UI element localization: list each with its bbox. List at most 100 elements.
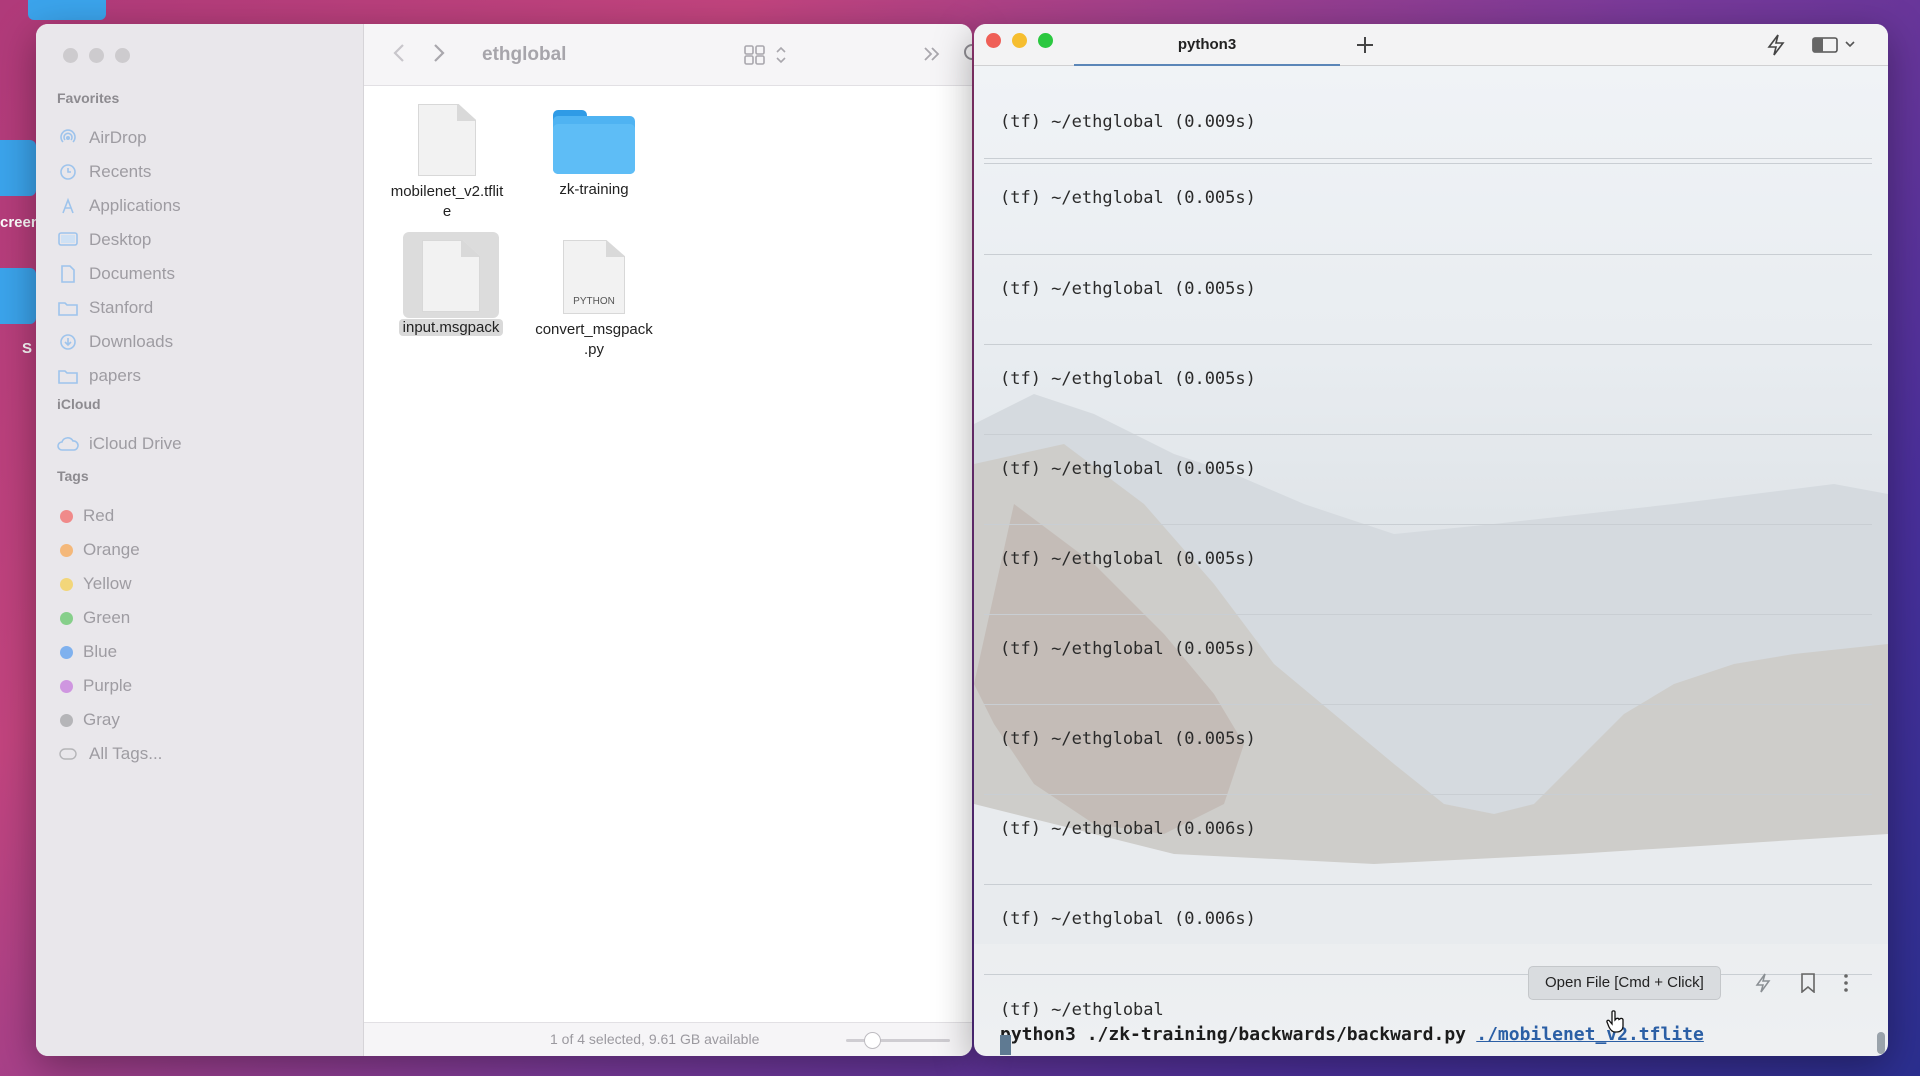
- block-separator: [984, 974, 1872, 975]
- tag-color-dot: [60, 543, 73, 557]
- file-name: convert_msgpack: [535, 321, 653, 338]
- airdrop-icon: [57, 129, 79, 147]
- window-controls: [986, 33, 1053, 48]
- lightning-icon[interactable]: [1754, 973, 1772, 998]
- sidebar-item-papers[interactable]: papers: [57, 362, 141, 390]
- zoom-button[interactable]: [115, 48, 130, 63]
- finder-toolbar: ethglobal: [364, 24, 972, 86]
- desktop-icon: [57, 231, 79, 249]
- more-chevrons-icon[interactable]: [922, 44, 942, 69]
- folder-icon: [553, 110, 635, 174]
- panel-layout-icon[interactable]: [1812, 36, 1860, 59]
- close-button[interactable]: [63, 48, 78, 63]
- icloud-heading: iCloud: [57, 396, 101, 412]
- sidebar-tag-purple[interactable]: Purple: [57, 672, 132, 700]
- sidebar-item-label: papers: [89, 366, 141, 385]
- sidebar-tag-blue[interactable]: Blue: [57, 638, 117, 666]
- folder-icon: [57, 367, 79, 385]
- file-name-continued: e: [442, 203, 452, 220]
- search-icon[interactable]: [962, 42, 972, 71]
- sidebar-item-label: Downloads: [89, 332, 174, 351]
- sidebar-item-label: AirDrop: [89, 128, 147, 147]
- finder-window: Favorites AirDrop Recents Applications D…: [36, 24, 972, 1056]
- command-block-status: (tf) ~/ethglobal (0.006s): [1000, 909, 1256, 929]
- sidebar-tag-orange[interactable]: Orange: [57, 536, 140, 564]
- sidebar-item-label: Yellow: [83, 574, 132, 593]
- sidebar-tag-red[interactable]: Red: [57, 502, 114, 530]
- file-item-input-msgpack[interactable]: input.msgpack: [378, 240, 524, 338]
- lightning-icon[interactable]: [1766, 34, 1786, 61]
- block-separator: [984, 163, 1872, 164]
- file-item-mobilenet[interactable]: mobilenet_v2.tflit e: [378, 104, 516, 222]
- hand-pointer-icon: [1606, 1010, 1626, 1039]
- file-item-zk-training[interactable]: zk-training: [524, 110, 664, 200]
- command-block-status: (tf) ~/ethglobal (0.005s): [1000, 459, 1256, 479]
- command-block-status: (tf) ~/ethglobal (0.006s): [1000, 819, 1256, 839]
- block-separator: [984, 344, 1872, 345]
- tag-color-dot: [60, 611, 73, 625]
- close-button[interactable]: [986, 33, 1001, 48]
- block-separator: [984, 434, 1872, 435]
- block-separator: [984, 254, 1872, 255]
- sidebar-item-downloads[interactable]: Downloads: [57, 328, 173, 356]
- file-grid: mobilenet_v2.tflit e zk-training input.m…: [364, 86, 972, 1022]
- command-block-status: (tf) ~/ethglobal (0.005s): [1000, 279, 1256, 299]
- desktop-folder-icon[interactable]: [0, 140, 36, 196]
- favorites-heading: Favorites: [57, 90, 120, 106]
- command-block-status: (tf) ~/ethglobal (0.009s): [1000, 112, 1256, 132]
- grid-view-icon[interactable]: [744, 44, 792, 71]
- sidebar-item-airdrop[interactable]: AirDrop: [57, 124, 147, 152]
- command-input[interactable]: python3 ./zk-training/backwards/backward…: [1000, 1024, 1704, 1045]
- sidebar-item-label: Desktop: [89, 230, 152, 249]
- minimize-button[interactable]: [89, 48, 104, 63]
- desktop-item-label: S: [22, 340, 33, 357]
- sidebar-tag-yellow[interactable]: Yellow: [57, 570, 132, 598]
- forward-chevron-icon[interactable]: [432, 42, 446, 69]
- icon-size-slider[interactable]: [846, 1032, 950, 1049]
- sidebar-item-documents[interactable]: Documents: [57, 260, 175, 288]
- clock-icon: [57, 163, 79, 181]
- sidebar-all-tags[interactable]: All Tags...: [57, 740, 162, 768]
- new-tab-plus-icon[interactable]: [1354, 34, 1376, 61]
- tag-color-dot: [60, 713, 73, 727]
- sidebar-item-applications[interactable]: Applications: [57, 192, 181, 220]
- bookmark-icon[interactable]: [1800, 973, 1816, 998]
- desktop-item-label: creen: [0, 214, 41, 231]
- text-cursor: [1000, 1035, 1011, 1055]
- command-block-status: (tf) ~/ethglobal (0.005s): [1000, 188, 1256, 208]
- block-separator: [984, 158, 1872, 159]
- tab-python3[interactable]: python3: [1074, 24, 1340, 66]
- sidebar-item-stanford[interactable]: Stanford: [57, 294, 153, 322]
- window-controls: [63, 48, 130, 63]
- block-separator: [984, 524, 1872, 525]
- sidebar-item-label: Green: [83, 608, 131, 627]
- sidebar-item-recents[interactable]: Recents: [57, 158, 151, 186]
- terminal-output[interactable]: (tf) ~/ethglobal (0.009s) (tf) ~/ethglob…: [974, 66, 1888, 1056]
- tag-color-dot: [60, 577, 73, 591]
- tags-heading: Tags: [57, 468, 89, 484]
- sidebar-item-label: Applications: [89, 196, 181, 215]
- minimize-button[interactable]: [1012, 33, 1027, 48]
- sidebar-tag-green[interactable]: Green: [57, 604, 130, 632]
- sidebar-item-label: iCloud Drive: [89, 434, 182, 453]
- desktop-folder-icon[interactable]: [0, 268, 36, 324]
- tag-color-dot: [60, 679, 73, 693]
- sidebar-tag-gray[interactable]: Gray: [57, 706, 120, 734]
- download-icon: [57, 333, 79, 351]
- file-name-continued: .py: [583, 341, 604, 358]
- back-chevron-icon[interactable]: [392, 42, 406, 69]
- sidebar-item-icloud-drive[interactable]: iCloud Drive: [57, 430, 182, 458]
- sidebar-item-desktop[interactable]: Desktop: [57, 226, 151, 254]
- open-file-tooltip: Open File [Cmd + Click]: [1528, 966, 1721, 1000]
- file-path-link[interactable]: ./mobilenet_v2.tflite: [1476, 1024, 1704, 1045]
- more-options-icon[interactable]: [1842, 973, 1850, 998]
- file-item-convert-msgpack[interactable]: PYTHON convert_msgpack .py: [520, 240, 668, 360]
- command-block-status: (tf) ~/ethglobal (0.005s): [1000, 549, 1256, 569]
- slider-knob[interactable]: [864, 1032, 881, 1049]
- folder-title: ethglobal: [482, 44, 567, 65]
- python-file-icon: PYTHON: [563, 240, 625, 314]
- desktop-folder-icon[interactable]: [28, 0, 106, 20]
- zoom-button[interactable]: [1038, 33, 1053, 48]
- file-name: zk-training: [559, 181, 629, 198]
- scrollbar-thumb[interactable]: [1877, 1032, 1885, 1054]
